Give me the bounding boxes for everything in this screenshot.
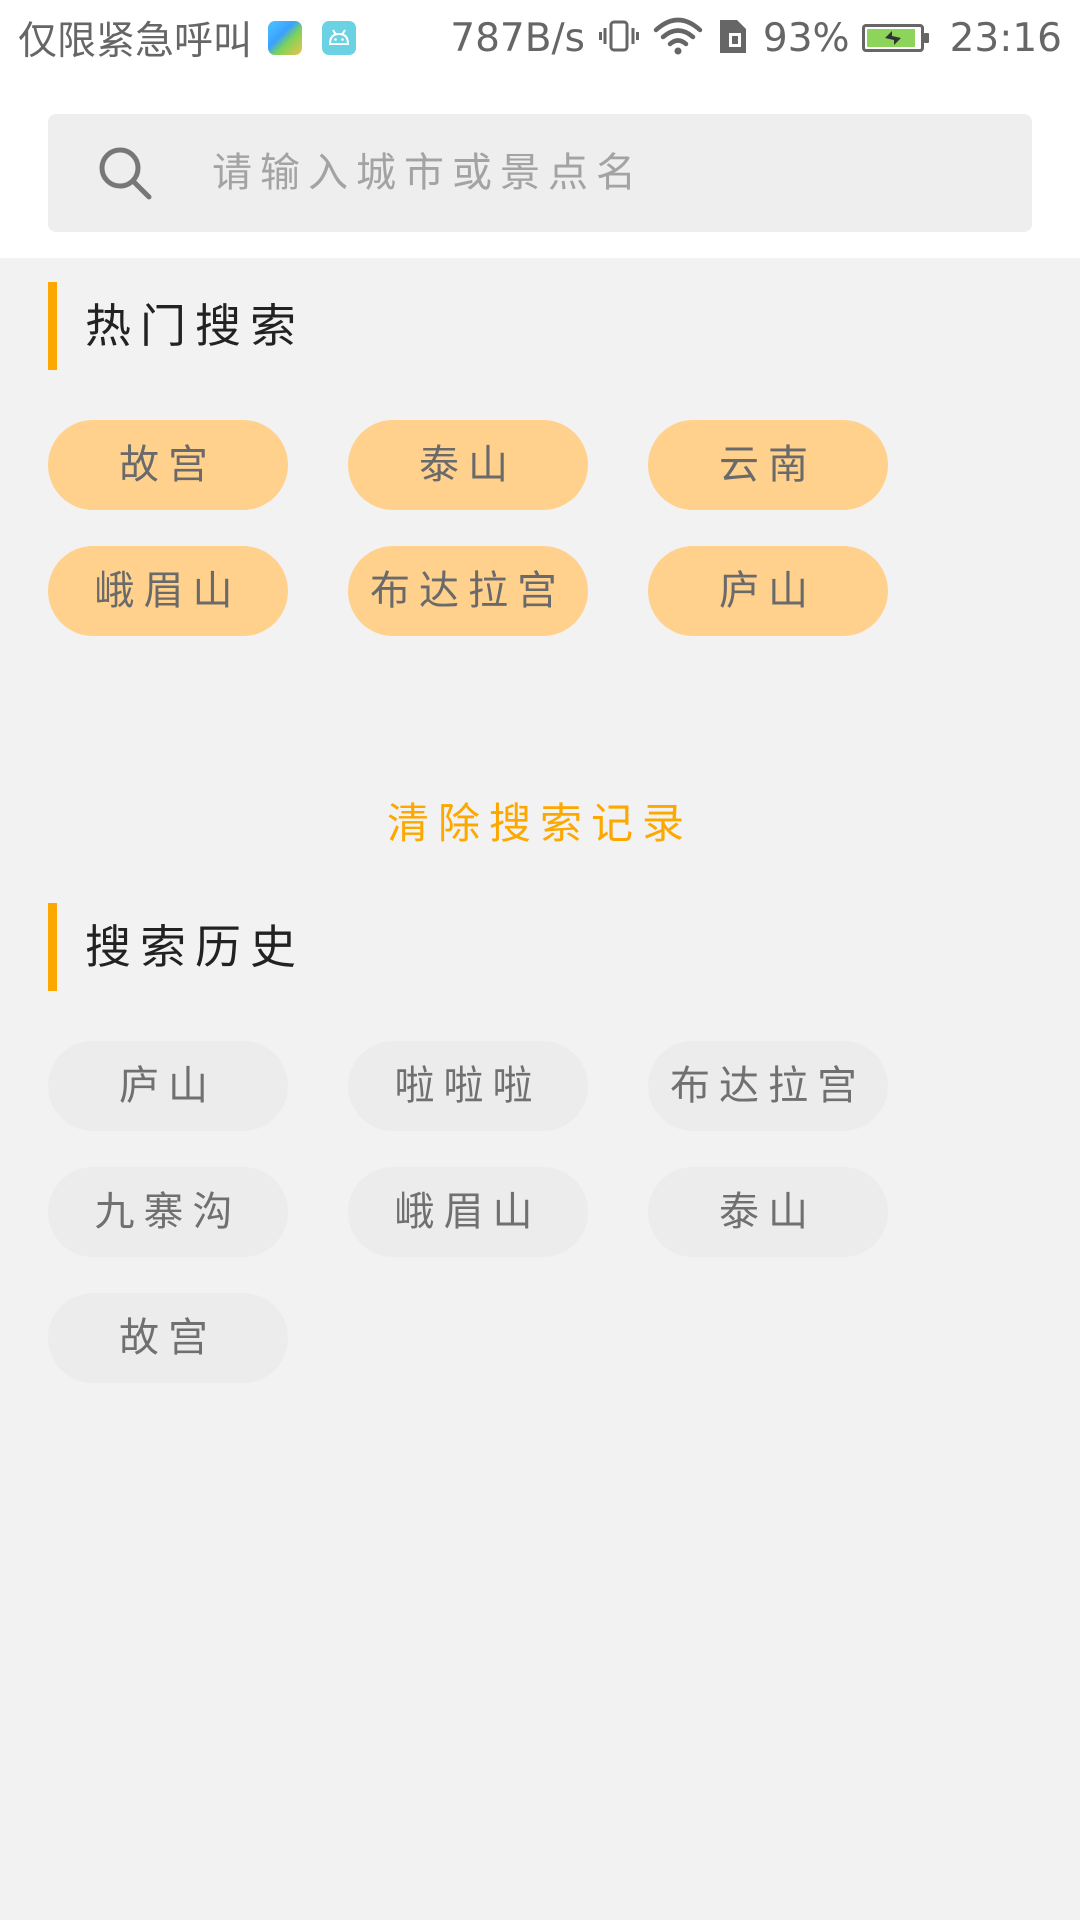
clock: 23:16 [949,15,1062,61]
status-right: 787B/s 93% 23:16 [450,0,1062,76]
network-speed: 787B/s [450,15,585,61]
carrier-label: 仅限紧急呼叫 [18,19,253,64]
sim-icon [717,16,749,60]
charging-bolt-icon [884,31,901,45]
android-app-icon [322,21,357,55]
status-bar: 仅限紧急呼叫 787B/s 93% 23:16 [0,0,1080,76]
search-header [0,76,1080,258]
history-tag[interactable]: 庐山 [48,1041,288,1131]
hot-search-title: 热门搜索 [48,282,305,370]
clear-history-button[interactable]: 清除搜索记录 [0,790,1080,851]
hot-tag[interactable]: 庐山 [648,546,888,636]
history-tag[interactable]: 故宫 [48,1293,288,1383]
search-input[interactable] [212,114,992,232]
hot-tag[interactable]: 峨眉山 [48,546,288,636]
history-tag[interactable]: 布达拉宫 [648,1041,888,1131]
battery-percent: 93% [762,15,850,61]
hot-tag[interactable]: 泰山 [348,420,588,510]
battery-charging-icon [861,24,929,52]
wifi-icon [653,16,703,60]
history-tag[interactable]: 泰山 [648,1167,888,1257]
hot-tag[interactable]: 故宫 [48,420,288,510]
history-tag[interactable]: 九寨沟 [48,1167,288,1257]
maps-app-icon [268,21,303,55]
status-left: 仅限紧急呼叫 [18,0,357,76]
history-tag[interactable]: 啦啦啦 [348,1041,588,1131]
search-box[interactable] [48,114,1032,232]
search-icon[interactable] [96,144,154,202]
hot-tag[interactable]: 云南 [648,420,888,510]
vibrate-icon [598,16,639,60]
hot-tag[interactable]: 布达拉宫 [348,546,588,636]
history-tag[interactable]: 峨眉山 [348,1167,588,1257]
search-history-title: 搜索历史 [48,903,305,991]
